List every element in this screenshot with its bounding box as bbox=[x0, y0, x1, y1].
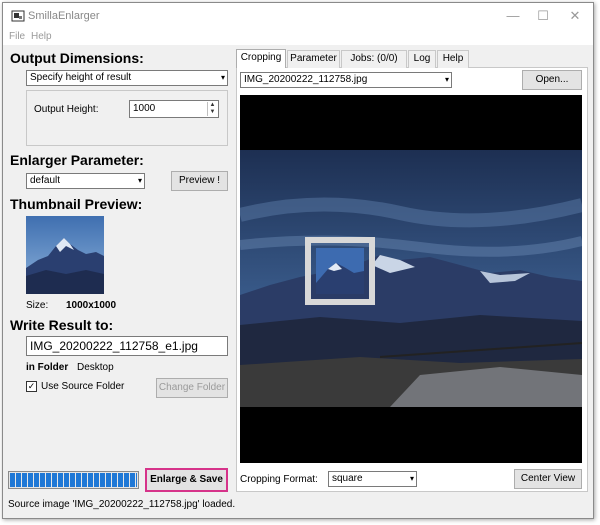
folder-value: Desktop bbox=[77, 362, 114, 373]
chevron-down-icon: ▾ bbox=[409, 474, 414, 483]
source-file-value: IMG_20200222_112758.jpg bbox=[244, 74, 368, 85]
menu-help[interactable]: Help bbox=[31, 31, 52, 42]
spin-up-icon[interactable]: ▲ bbox=[210, 102, 216, 108]
chevron-down-icon: ▾ bbox=[137, 176, 142, 185]
open-button[interactable]: Open... bbox=[522, 70, 582, 90]
status-bar-text: Source image 'IMG_20200222_112758.jpg' l… bbox=[8, 499, 236, 510]
tab-cropping[interactable]: Cropping bbox=[236, 49, 286, 68]
change-folder-button[interactable]: Change Folder bbox=[156, 378, 228, 398]
output-filename-input[interactable]: IMG_20200222_112758_e1.jpg bbox=[26, 336, 228, 356]
cropping-format-select[interactable]: square ▾ bbox=[328, 471, 417, 487]
menu-bar: File Help bbox=[3, 29, 593, 45]
enlarger-preset-value: default bbox=[30, 175, 61, 186]
window-title: SmillaEnlarger bbox=[28, 10, 100, 22]
use-source-folder-label: Use Source Folder bbox=[41, 381, 125, 392]
tab-parameter[interactable]: Parameter bbox=[287, 50, 340, 68]
chevron-down-icon: ▾ bbox=[444, 75, 449, 84]
cropping-format-label: Cropping Format: bbox=[240, 474, 318, 485]
spin-down-icon[interactable]: ▼ bbox=[210, 109, 216, 115]
center-view-button[interactable]: Center View bbox=[514, 469, 582, 489]
use-source-folder-checkbox[interactable]: ✓ bbox=[26, 381, 37, 392]
progress-bar-fill bbox=[10, 473, 137, 487]
resize-mode-select[interactable]: Specify height of result ▾ bbox=[26, 70, 228, 86]
size-label: Size: bbox=[26, 300, 49, 311]
tab-help[interactable]: Help bbox=[437, 50, 469, 68]
output-height-label: Output Height: bbox=[34, 104, 99, 115]
output-height-spinbox[interactable]: 1000 ▲ ▼ bbox=[129, 100, 219, 118]
output-height-value: 1000 bbox=[133, 103, 156, 114]
checkmark-icon: ✓ bbox=[27, 381, 36, 391]
enlarger-parameter-title: Enlarger Parameter: bbox=[10, 152, 144, 168]
crop-selection-frame[interactable] bbox=[305, 237, 375, 305]
enlarge-and-save-button[interactable]: Enlarge & Save bbox=[145, 468, 228, 492]
app-logo-icon bbox=[11, 10, 25, 22]
crop-preview-canvas[interactable] bbox=[240, 95, 582, 463]
output-dimensions-title: Output Dimensions: bbox=[10, 50, 144, 66]
cropping-format-value: square bbox=[332, 473, 363, 484]
size-value: 1000x1000 bbox=[66, 300, 117, 311]
tab-jobs[interactable]: Jobs: (0/0) bbox=[341, 50, 407, 68]
chevron-down-icon: ▾ bbox=[220, 73, 225, 82]
output-height-group bbox=[26, 90, 228, 146]
title-bar: SmillaEnlarger — ☐ ✕ bbox=[3, 3, 593, 29]
maximize-button[interactable]: ☐ bbox=[528, 5, 558, 27]
spin-arrows-icon[interactable]: ▲ ▼ bbox=[207, 102, 217, 116]
write-result-title: Write Result to: bbox=[10, 317, 114, 333]
tab-log[interactable]: Log bbox=[408, 50, 436, 68]
close-button[interactable]: ✕ bbox=[560, 5, 590, 27]
preview-button[interactable]: Preview ! bbox=[171, 171, 228, 191]
menu-file[interactable]: File bbox=[9, 31, 25, 42]
progress-bar bbox=[8, 471, 139, 489]
thumbnail-image bbox=[26, 216, 104, 294]
source-file-select[interactable]: IMG_20200222_112758.jpg ▾ bbox=[240, 72, 452, 88]
resize-mode-value: Specify height of result bbox=[30, 72, 132, 83]
enlarger-preset-select[interactable]: default ▾ bbox=[26, 173, 145, 189]
in-folder-label: in Folder bbox=[26, 362, 69, 373]
thumbnail-preview-title: Thumbnail Preview: bbox=[10, 196, 143, 212]
minimize-button[interactable]: — bbox=[498, 5, 528, 27]
